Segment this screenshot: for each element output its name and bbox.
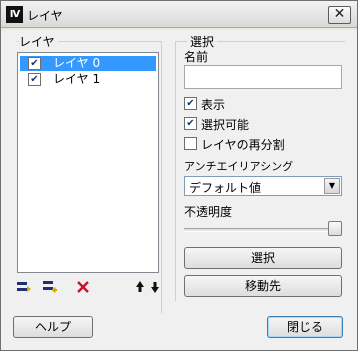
title-bar[interactable]: IV レイヤ ✕ [1,1,357,28]
dialog-body: レイヤ ✔ レイヤ 0 ✔ レイヤ 1 選択 名前 ✔ 表示 ✔ 選択可能 レイ… [1,30,357,350]
move-down-icon[interactable] [149,279,165,295]
layer-name: レイヤ 1 [53,72,101,86]
add-layer-icon[interactable] [16,279,32,295]
move-up-icon[interactable] [134,279,150,295]
antialias-label: アンチエイリアシング [184,160,294,173]
window-title: レイヤ [27,9,63,23]
subdivide-checkbox[interactable] [184,137,197,150]
layers-group-right [161,41,162,313]
opacity-slider-thumb[interactable] [328,221,342,236]
close-icon[interactable]: ✕ [328,6,351,24]
layer-visible-checkbox[interactable]: ✔ [28,57,41,70]
selection-group-left [175,41,176,301]
list-item[interactable]: ✔ レイヤ 0 [20,56,156,71]
close-button[interactable]: 閉じる [267,316,343,338]
layer-dialog: IV レイヤ ✕ レイヤ ✔ レイヤ 0 ✔ レイヤ 1 選択 名前 ✔ 表示 … [0,0,358,351]
antialias-select[interactable]: デフォルト値 ▼ [184,176,342,196]
selectable-label: 選択可能 [201,118,250,132]
name-input[interactable] [184,65,342,89]
show-label: 表示 [201,98,226,112]
selectable-checkbox[interactable]: ✔ [184,117,197,130]
antialias-value: デフォルト値 [189,181,262,195]
subdivide-label: レイヤの再分割 [201,138,285,152]
list-item[interactable]: ✔ レイヤ 1 [20,72,156,87]
help-button[interactable]: ヘルプ [13,316,93,338]
move-to-button[interactable]: 移動先 [184,275,342,297]
opacity-slider-track[interactable] [184,228,342,232]
name-label: 名前 [184,50,209,64]
chevron-down-icon[interactable]: ▼ [324,178,340,194]
layer-list[interactable]: ✔ レイヤ 0 ✔ レイヤ 1 [17,52,159,273]
show-checkbox[interactable]: ✔ [184,97,197,110]
insert-layer-icon[interactable] [42,279,58,295]
layer-visible-checkbox[interactable]: ✔ [28,73,41,86]
delete-icon[interactable] [75,279,91,295]
layers-group-label: レイヤ [19,33,58,50]
opacity-label: 不透明度 [184,205,233,219]
select-button[interactable]: 選択 [184,247,342,269]
layer-name: レイヤ 0 [53,56,101,70]
app-icon: IV [6,6,23,23]
